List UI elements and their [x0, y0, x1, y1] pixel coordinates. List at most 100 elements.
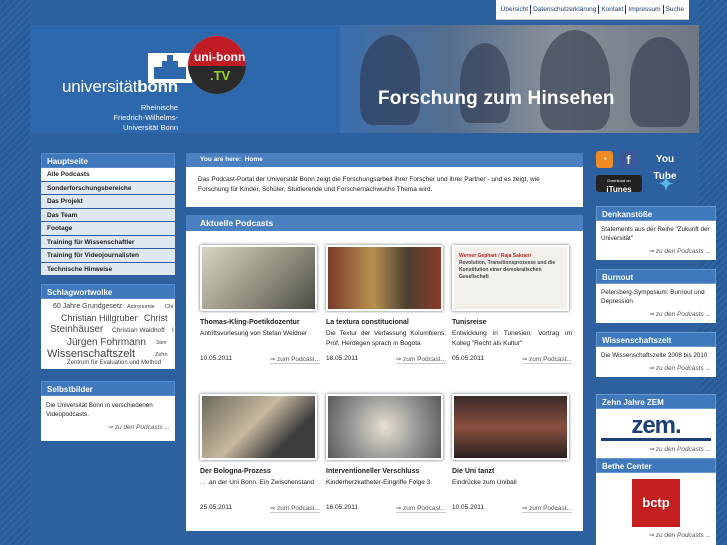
nav-datenschutz[interactable]: Datenschutzerklärung [531, 5, 600, 14]
podcast-date: 16.05.2011 [326, 504, 359, 511]
site-header: universitätbonn Rheinische Friedrich-Wil… [30, 25, 699, 133]
arrow-icon: ⇒ [648, 311, 656, 318]
breadcrumb-home[interactable]: Home [245, 156, 263, 163]
tag[interactable]: 60 Jahre Grundgesetz [53, 303, 122, 310]
logo-word-bold: bonn [137, 77, 178, 96]
podcast-date: 10.05.2011 [452, 504, 485, 511]
podcast-title[interactable]: Der Bologna-Prozess [200, 468, 320, 475]
unibonn-tv-logo[interactable]: uni-bonn .TV [188, 36, 246, 94]
podcast-desc: . . .an der Uni Bonn. Ein Zwischenstand [200, 479, 315, 486]
podcast-link[interactable]: ⇒ zum Podcast... [395, 355, 446, 364]
podcast-thumbnail[interactable] [452, 394, 569, 460]
selbst-text: Die Universität Bonn in verschiedenen Vi… [46, 402, 153, 418]
podcast-card[interactable]: Werner Gephart / Raja Sakrani Revolution,… [452, 245, 572, 364]
youtube-icon[interactable]: You Tube [644, 151, 686, 182]
right-box-more[interactable]: zu den Podcasts ... [656, 532, 711, 539]
podcast-card[interactable]: Die Uni tanzt Eindrücke zum Uniball 10.0… [452, 394, 572, 513]
right-box-bethe: Bethe Center bctp ⇒ zu den Podcasts ... [596, 458, 716, 545]
podcast-title[interactable]: Thomas-Kling-Poetikdozentur [200, 319, 320, 326]
podcast-title[interactable]: Interventioneller Verschluss [326, 468, 446, 475]
menu-item-alle-podcasts[interactable]: Alle Podcasts [41, 168, 175, 182]
menu-item-sfb[interactable]: Sonderforschungsbereiche [41, 181, 175, 195]
podcast-date: 05.05.2011 [452, 355, 485, 362]
podcast-title[interactable]: Tunisreise [452, 319, 572, 326]
itunes-small: Download on [607, 178, 631, 183]
twitter-icon[interactable]: ✦ [652, 173, 680, 195]
tag[interactable]: Wissenschaftszelt [47, 348, 135, 360]
nav-suche[interactable]: Suche [664, 5, 686, 14]
podcast-thumbnail[interactable] [326, 245, 443, 311]
podcast-thumbnail[interactable]: Werner Gephart / Raja Sakrani Revolution,… [452, 245, 569, 311]
podcast-date: 10.05.2011 [200, 355, 233, 362]
tags-title: Schlagwortwolke [41, 284, 175, 299]
tag[interactable]: Steinhäuser [50, 324, 103, 335]
right-box-title[interactable]: Burnout [596, 269, 716, 284]
menu-title[interactable]: Hauptseite [41, 153, 175, 168]
facebook-icon[interactable]: f [620, 151, 637, 168]
right-box-wissenschaftszelt: Wissenschaftszelt Die Wissenschaftszelte… [596, 332, 716, 377]
podcast-link[interactable]: ⇒ zum Podcast... [521, 504, 572, 513]
tag[interactable]: Christ [144, 313, 168, 323]
podcast-card[interactable]: La textura constitucional Die Textur der… [326, 245, 446, 364]
tag[interactable]: Jürgen Fohrmann [67, 337, 146, 348]
itunes-icon[interactable]: Download on iTunes [596, 175, 642, 194]
arrow-icon: ⇒ [269, 356, 277, 363]
bctp-logo[interactable]: bctp [632, 479, 680, 527]
podcast-thumbnail[interactable] [200, 394, 317, 460]
podcast-link[interactable]: ⇒ zum Podcast... [269, 504, 320, 513]
menu-item-projekt[interactable]: Das Projekt [41, 195, 175, 209]
arrow-icon: ⇒ [269, 505, 277, 512]
nav-kontakt[interactable]: Kontakt [599, 5, 627, 14]
tag[interactable]: Christian Waldhoff [112, 327, 165, 334]
podcast-thumbnail[interactable] [326, 394, 443, 460]
logo-word-light: universität [61, 77, 138, 96]
zem-logo[interactable]: zem. [601, 413, 711, 441]
menu-item-footage[interactable]: Footage [41, 222, 175, 236]
right-box-denkanstoesse: Denkanstöße Statements aus der Reihe "Zu… [596, 206, 716, 260]
menu-item-training-wiss[interactable]: Training für Wissenschaftler [41, 235, 175, 249]
tag[interactable]: Zentrum für Evaluation und Method [67, 360, 161, 366]
arrow-icon: ⇒ [521, 356, 529, 363]
podcast-link[interactable]: ⇒ zum Podcast... [521, 355, 572, 364]
right-box-more[interactable]: zu den Podcasts ... [656, 446, 711, 453]
right-box-title[interactable]: Zehn Jahre ZEM [596, 394, 716, 409]
arrow-icon: ⇒ [521, 505, 529, 512]
tag[interactable]: Astronomie [127, 304, 155, 310]
podcast-desc: Entwicklung in Tunesien: Vortrag im Koll… [452, 330, 572, 347]
right-box-title[interactable]: Bethe Center [596, 458, 716, 473]
right-box-more[interactable]: zu den Podcasts ... [656, 365, 711, 372]
right-box-title[interactable]: Denkanstöße [596, 206, 716, 221]
right-box-zem: Zehn Jahre ZEM zem. ⇒ zu den Podcasts ... [596, 394, 716, 458]
right-box-more[interactable]: zu den Podcasts ... [656, 248, 711, 255]
tag[interactable]: Zehn [155, 352, 168, 358]
podcast-thumbnail[interactable] [200, 245, 317, 311]
intro-text: Das Podcast-Portal der Universität Bonn … [186, 167, 583, 207]
menu-item-training-video[interactable]: Training für Videojournalisten [41, 249, 175, 263]
podcast-card[interactable]: Thomas-Kling-Poetikdozentur Antrittsvorl… [200, 245, 320, 364]
top-nav: Übersicht Datenschutzerklärung Kontakt I… [495, 0, 689, 20]
podcast-title[interactable]: La textura constitucional [326, 319, 446, 326]
tag[interactable]: Christian Hillgruber [61, 313, 138, 323]
selbst-more-link[interactable]: zu den Podcasts ... [115, 424, 170, 431]
nav-uebersicht[interactable]: Übersicht [499, 5, 532, 14]
tag[interactable]: Chi [165, 304, 173, 310]
podcast-card[interactable]: Interventioneller Verschluss Kinderherzk… [326, 394, 446, 513]
right-box-more[interactable]: zu den Podcasts ... [656, 311, 711, 318]
right-box-text: Statements aus der Reihe "Zukunft der Un… [601, 226, 710, 242]
right-box-title[interactable]: Wissenschaftszelt [596, 332, 716, 347]
logo-sub-2: Friedrich-Wilhelms- [113, 113, 178, 122]
main-content: You are here: Home Das Podcast-Portal de… [186, 153, 583, 531]
tag[interactable]: I [172, 327, 174, 334]
breadcrumb-label: You are here: [200, 156, 242, 163]
rss-icon[interactable]: ◔ [596, 151, 613, 168]
right-box-burnout: Burnout Petersberg-Symposium: Burnout un… [596, 269, 716, 323]
menu-item-team[interactable]: Das Team [41, 208, 175, 222]
podcast-link[interactable]: ⇒ zum Podcast... [269, 355, 320, 364]
tag[interactable]: Sterr [156, 340, 167, 346]
university-logo[interactable]: universitätbonn Rheinische Friedrich-Wil… [48, 39, 192, 132]
podcast-card[interactable]: Der Bologna-Prozess . . .an der Uni Bonn… [200, 394, 320, 513]
nav-impressum[interactable]: Impressum [626, 5, 664, 14]
podcast-link[interactable]: ⇒ zum Podcast... [395, 504, 446, 513]
menu-item-technik[interactable]: Technische Hinweise [41, 262, 175, 276]
podcast-title[interactable]: Die Uni tanzt [452, 468, 572, 475]
